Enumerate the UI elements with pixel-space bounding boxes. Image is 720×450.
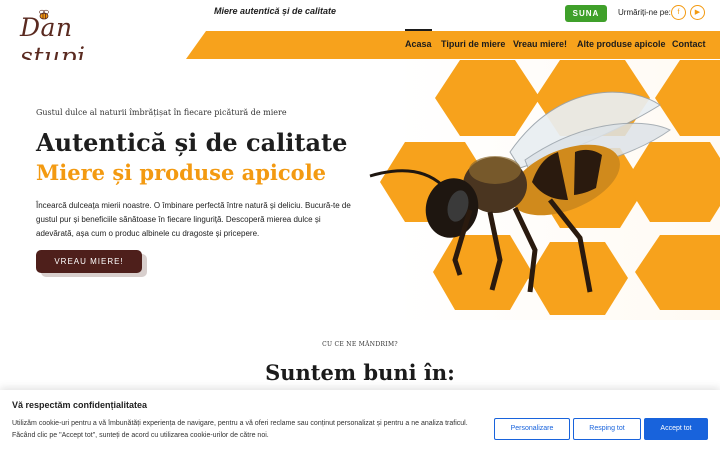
- hero-title: Autentică și de calitate: [36, 128, 348, 157]
- section-title: Suntem buni în:: [265, 360, 455, 385]
- site-header: Dan stupi Miere autentică și de calitate…: [0, 0, 720, 71]
- call-button[interactable]: SUNA: [565, 5, 607, 22]
- site-logo[interactable]: Dan stupi: [20, 8, 140, 71]
- cookie-title: Vă respectăm confidențialitatea: [12, 400, 148, 410]
- youtube-icon[interactable]: ▶: [690, 5, 705, 20]
- nav-item-acasa[interactable]: Acasa: [405, 29, 432, 49]
- section-kicker: CU CE NE MÂNDRIM?: [322, 341, 398, 348]
- follow-label: Urmăriți-ne pe:: [618, 8, 671, 17]
- hero-description: Încearcă dulceața mierii noastre. O îmbi…: [36, 201, 351, 238]
- accept-all-button[interactable]: Accept tot: [644, 418, 708, 440]
- nav-item-alte-produse[interactable]: Alte produse apicole: [577, 39, 666, 49]
- facebook-icon[interactable]: f: [671, 5, 686, 20]
- vreau-miere-button[interactable]: VREAU MIERE!: [36, 250, 142, 273]
- nav-item-contact[interactable]: Contact: [672, 39, 706, 49]
- cookie-text: Utilizăm cookie-uri pentru a vă îmbunătă…: [12, 420, 468, 439]
- hero-bee-illustration: [369, 60, 720, 315]
- hero-subtitle: Gustul dulce al naturii îmbrățișat în fi…: [36, 108, 287, 117]
- reject-all-button[interactable]: Resping tot: [573, 418, 641, 440]
- nav-item-vreau-miere[interactable]: Vreau miere!: [513, 39, 567, 49]
- cookie-banner: Vă respectăm confidențialitatea Utilizăm…: [0, 390, 720, 450]
- customize-button[interactable]: Personalizare: [494, 418, 570, 440]
- header-tagline: Miere autentică și de calitate: [214, 6, 337, 16]
- hero-title-highlight: Miere și produse apicole: [36, 160, 327, 185]
- nav-item-tipuri-de-miere[interactable]: Tipuri de miere: [441, 39, 505, 49]
